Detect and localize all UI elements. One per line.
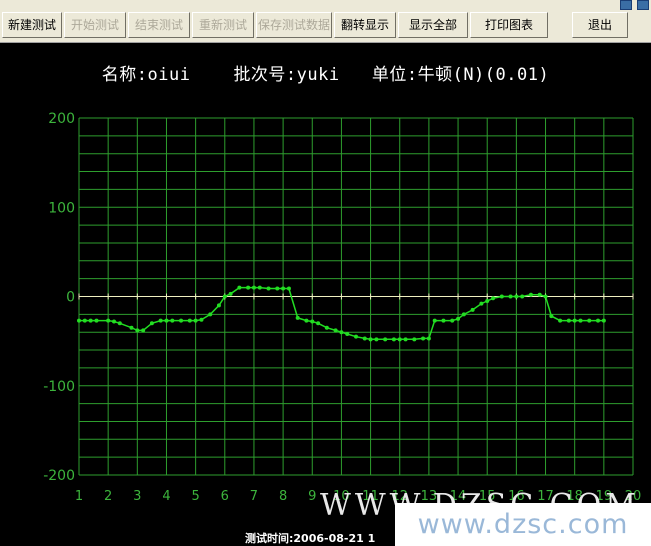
- data-point: [485, 298, 490, 303]
- data-point: [129, 325, 134, 330]
- data-point: [362, 336, 367, 341]
- data-point: [432, 318, 437, 323]
- x-tick-label: 9: [308, 489, 316, 504]
- data-point: [237, 285, 242, 290]
- data-point: [117, 321, 122, 326]
- x-tick-label: 8: [279, 489, 287, 504]
- data-point: [295, 315, 300, 320]
- x-tick-label: 6: [221, 489, 229, 504]
- data-point: [479, 301, 484, 306]
- data-point: [222, 294, 227, 299]
- data-point: [94, 318, 99, 323]
- data-point: [520, 294, 525, 299]
- data-point: [310, 319, 315, 324]
- data-point: [266, 286, 271, 291]
- data-point: [578, 318, 583, 323]
- force-chart: 2001000-100-2001 2 3 4 5 6 7 8 9 10 11 12 13 14 15 16 17…: [43, 111, 641, 504]
- data-point: [456, 316, 461, 321]
- data-point: [216, 303, 221, 308]
- data-point: [316, 321, 321, 326]
- data-point: [450, 318, 455, 323]
- data-point: [543, 294, 548, 299]
- data-point: [383, 337, 388, 342]
- data-point: [514, 294, 519, 299]
- data-point: [324, 325, 329, 330]
- data-point: [491, 296, 496, 301]
- data-point: [587, 318, 592, 323]
- data-point: [441, 318, 446, 323]
- data-point: [566, 318, 571, 323]
- data-point: [82, 318, 87, 323]
- data-point: [111, 319, 116, 324]
- data-point: [228, 291, 233, 296]
- data-point: [170, 318, 175, 323]
- data-point: [281, 286, 286, 291]
- data-point: [251, 285, 256, 290]
- data-point: [179, 318, 184, 323]
- data-point: [135, 328, 140, 333]
- data-point: [193, 318, 198, 323]
- data-point: [339, 330, 344, 335]
- watermark: www.dzsc.com: [395, 503, 651, 546]
- test-time-label: 测试时间:2006-08-21 1: [245, 532, 376, 545]
- data-point: [149, 321, 154, 326]
- x-tick-label: 1: [75, 489, 83, 504]
- x-tick-label: 3: [133, 489, 141, 504]
- data-point: [246, 285, 251, 290]
- data-point: [499, 294, 504, 299]
- data-point: [421, 336, 426, 341]
- data-point: [141, 328, 146, 333]
- data-point: [397, 337, 402, 342]
- data-point: [257, 285, 262, 290]
- data-point: [158, 318, 163, 323]
- x-tick-label: 4: [162, 489, 170, 504]
- data-point: [77, 318, 81, 323]
- data-point: [187, 318, 192, 323]
- data-point: [572, 318, 577, 323]
- x-tick-label: 2: [104, 489, 112, 504]
- data-point: [426, 336, 431, 341]
- data-point: [354, 334, 358, 339]
- data-point: [508, 294, 513, 299]
- data-point: [106, 318, 111, 323]
- data-point: [470, 307, 475, 312]
- data-point: [528, 292, 533, 297]
- data-point: [333, 328, 338, 333]
- y-tick-label: -100: [43, 379, 75, 395]
- data-point: [199, 317, 204, 322]
- y-tick-label: -200: [43, 468, 75, 484]
- data-point: [537, 292, 542, 297]
- data-point: [374, 337, 379, 342]
- data-point: [304, 318, 309, 323]
- y-tick-label: 0: [66, 290, 75, 306]
- data-point: [558, 318, 563, 323]
- x-tick-label: 7: [250, 489, 258, 504]
- data-point: [391, 337, 396, 342]
- data-point: [345, 331, 350, 336]
- data-point: [412, 337, 417, 342]
- data-point: [601, 318, 606, 323]
- y-tick-label: 100: [48, 200, 75, 216]
- data-point: [286, 286, 291, 291]
- data-point: [208, 312, 213, 317]
- data-point: [88, 318, 93, 323]
- data-point: [368, 337, 373, 342]
- data-point: [549, 314, 554, 319]
- data-point: [596, 318, 601, 323]
- y-tick-label: 200: [48, 111, 75, 127]
- data-point: [164, 318, 169, 323]
- data-point: [461, 312, 466, 317]
- data-point: [275, 286, 280, 291]
- data-point: [403, 337, 408, 342]
- x-tick-label: 5: [191, 489, 199, 504]
